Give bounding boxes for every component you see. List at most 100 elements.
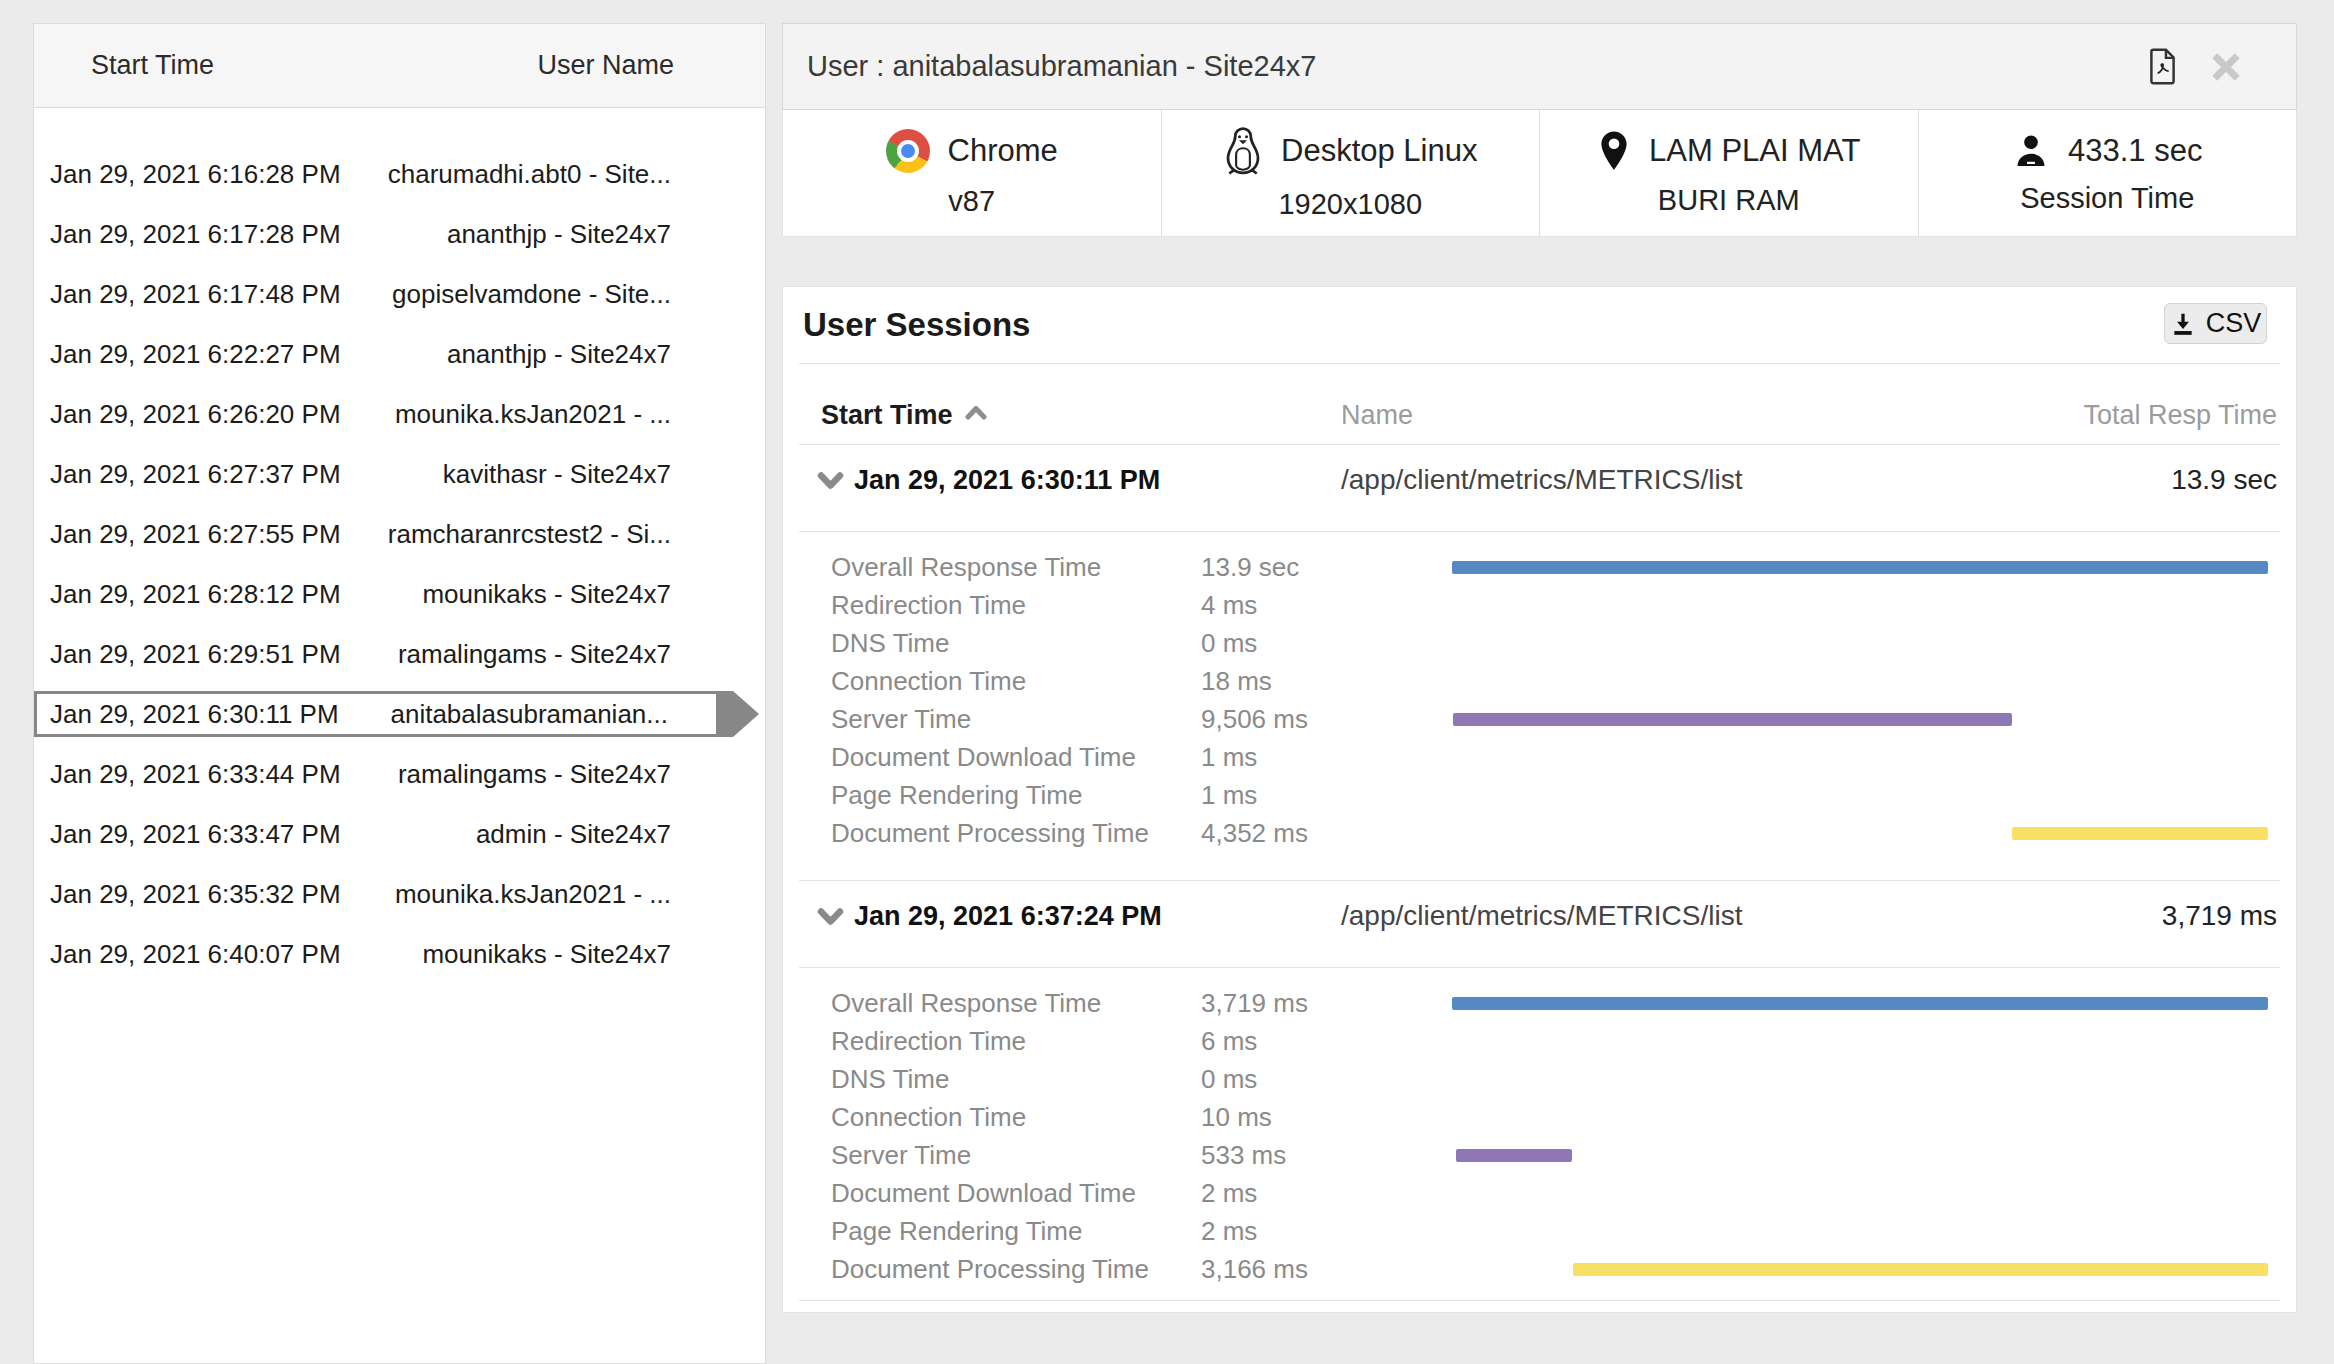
session-row[interactable]: Jan 29, 2021 6:37:24 PM /app/client/metr… [783,881,2296,967]
metric-bar-track [1452,1111,2268,1124]
metric-label: Document Download Time [783,742,1201,773]
list-item-user: ramcharanrcstest2 - Si... [388,519,671,550]
list-item-time: Jan 29, 2021 6:30:11 PM [50,699,339,730]
user-detail-header: User : anitabalasubramanian - Site24x7 [782,23,2297,110]
session-list-item[interactable]: Jan 29, 2021 6:40:07 PM mounikaks - Site… [34,924,719,984]
list-item-user: kavithasr - Site24x7 [443,459,671,490]
collapse-chevron-icon[interactable] [817,472,844,489]
session-list-header: Start Time User Name [34,24,765,108]
list-item-time: Jan 29, 2021 6:33:47 PM [50,819,341,850]
list-item-time: Jan 29, 2021 6:22:27 PM [50,339,341,370]
metric-bar-track [1452,675,2268,688]
session-list-item[interactable]: Jan 29, 2021 6:29:51 PM ramalingams - Si… [34,624,719,684]
metric-label: Server Time [783,1140,1201,1171]
list-item-time: Jan 29, 2021 6:35:32 PM [50,879,341,910]
location-region: BURI RAM [1658,184,1800,217]
info-cell-os: Desktop Linux 1920x1080 [1161,110,1540,236]
session-list-item[interactable]: Jan 29, 2021 6:17:48 PM gopiselvamdone -… [34,264,719,324]
metric-row: Document Download Time 1 ms [783,738,2296,776]
metric-value: 9,506 ms [1201,704,1452,735]
metric-value: 4,352 ms [1201,818,1452,849]
close-icon[interactable] [2208,49,2244,85]
metric-value: 4 ms [1201,590,1452,621]
person-icon [2012,132,2050,170]
metric-bar-track [1452,561,2268,574]
metric-row: DNS Time 0 ms [783,624,2296,662]
session-list-item[interactable]: Jan 29, 2021 6:22:27 PM ananthjp - Site2… [34,324,719,384]
sessions-col-total-resp[interactable]: Total Resp Time [2083,400,2296,431]
sessions-col-name[interactable]: Name [1341,400,1413,431]
list-item-user: mounika.ksJan2021 - ... [395,879,671,910]
list-item-user: anitabalasubramanian... [390,699,668,730]
session-list-item[interactable]: Jan 29, 2021 6:27:55 PM ramcharanrcstest… [34,504,719,564]
metric-bar [1456,1149,1573,1162]
list-item-time: Jan 29, 2021 6:26:20 PM [50,399,341,430]
metric-bar-track [1452,1149,2268,1162]
session-list-item[interactable]: Jan 29, 2021 6:35:32 PM mounika.ksJan202… [34,864,719,924]
session-start-time: Jan 29, 2021 6:37:24 PM [854,901,1162,932]
metric-label: Connection Time [783,1102,1201,1133]
session-list-item[interactable]: Jan 29, 2021 6:17:28 PM ananthjp - Site2… [34,204,719,264]
list-item-user: ramalingams - Site24x7 [398,759,671,790]
metric-label: Redirection Time [783,1026,1201,1057]
metric-label: Document Processing Time [783,1254,1201,1285]
collapse-chevron-icon[interactable] [817,908,844,925]
metric-row: Document Download Time 2 ms [783,1174,2296,1212]
session-list-item[interactable]: Jan 29, 2021 6:30:11 PM anitabalasubrama… [34,691,719,737]
list-item-time: Jan 29, 2021 6:33:44 PM [50,759,341,790]
csv-export-button[interactable]: CSV [2164,303,2267,344]
list-item-time: Jan 29, 2021 6:27:37 PM [50,459,341,490]
session-list-item[interactable]: Jan 29, 2021 6:28:12 PM mounikaks - Site… [34,564,719,624]
session-metrics: Overall Response Time 13.9 sec Redirecti… [783,532,2296,880]
list-item-user: charumadhi.abt0 - Site... [388,159,671,190]
export-pdf-icon[interactable] [2147,48,2178,85]
metric-value: 13.9 sec [1201,552,1452,583]
session-metrics: Overall Response Time 3,719 ms Redirecti… [783,968,2296,1300]
list-item-time: Jan 29, 2021 6:17:48 PM [50,279,341,310]
metric-label: Server Time [783,704,1201,735]
metric-label: DNS Time [783,628,1201,659]
session-time-value: 433.1 sec [2068,133,2202,169]
session-list-item[interactable]: Jan 29, 2021 6:26:20 PM mounika.ksJan202… [34,384,719,444]
session-row[interactable]: Jan 29, 2021 6:30:11 PM /app/client/metr… [783,445,2296,531]
list-item-time: Jan 29, 2021 6:40:07 PM [50,939,341,970]
metric-row: DNS Time 0 ms [783,1060,2296,1098]
session-list-item[interactable]: Jan 29, 2021 6:27:37 PM kavithasr - Site… [34,444,719,504]
list-item-user: gopiselvamdone - Site... [392,279,671,310]
user-sessions-panel: User Sessions CSV Start Time Name Total … [782,286,2297,1313]
info-cell-browser: Chrome v87 [783,110,1161,236]
metric-label: Redirection Time [783,590,1201,621]
sessions-body: Jan 29, 2021 6:30:11 PM /app/client/metr… [783,445,2296,1301]
metric-value: 533 ms [1201,1140,1452,1171]
metric-value: 6 ms [1201,1026,1452,1057]
list-item-user: mounikaks - Site24x7 [422,579,671,610]
metric-bar-track [1452,1035,2268,1048]
session-list-item[interactable]: Jan 29, 2021 6:16:28 PM charumadhi.abt0 … [34,144,719,204]
session-list-item[interactable]: Jan 29, 2021 6:33:47 PM admin - Site24x7 [34,804,719,864]
metric-bar [2012,827,2268,840]
metric-bar-track [1452,1073,2268,1086]
list-item-time: Jan 29, 2021 6:17:28 PM [50,219,341,250]
metric-value: 2 ms [1201,1178,1452,1209]
metric-bar-track [1452,713,2268,726]
sessions-table-header: Start Time Name Total Resp Time [783,364,2296,444]
browser-name: Chrome [948,133,1058,169]
session-time-label: Session Time [2020,182,2194,215]
session-name: /app/client/metrics/METRICS/list [1341,900,1742,932]
session-list-body: Jan 29, 2021 6:16:28 PM charumadhi.abt0 … [34,108,765,984]
metric-row: Overall Response Time 13.9 sec [783,548,2296,586]
session-name: /app/client/metrics/METRICS/list [1341,464,1742,496]
metric-label: Connection Time [783,666,1201,697]
session-info-strip: Chrome v87 Desktop Linux 1920x1080 LAM [782,110,2297,237]
metric-bar-track [1452,1225,2268,1238]
metric-label: DNS Time [783,1064,1201,1095]
sessions-col-start-time[interactable]: Start Time [821,400,953,431]
metric-bar-track [1452,827,2268,840]
metric-bar [1453,713,2012,726]
metric-bar-track [1452,789,2268,802]
session-total: 13.9 sec [2171,464,2296,496]
metric-bar [1452,997,2268,1010]
metric-label: Page Rendering Time [783,1216,1201,1247]
metric-bar [1573,1263,2268,1276]
session-list-item[interactable]: Jan 29, 2021 6:33:44 PM ramalingams - Si… [34,744,719,804]
